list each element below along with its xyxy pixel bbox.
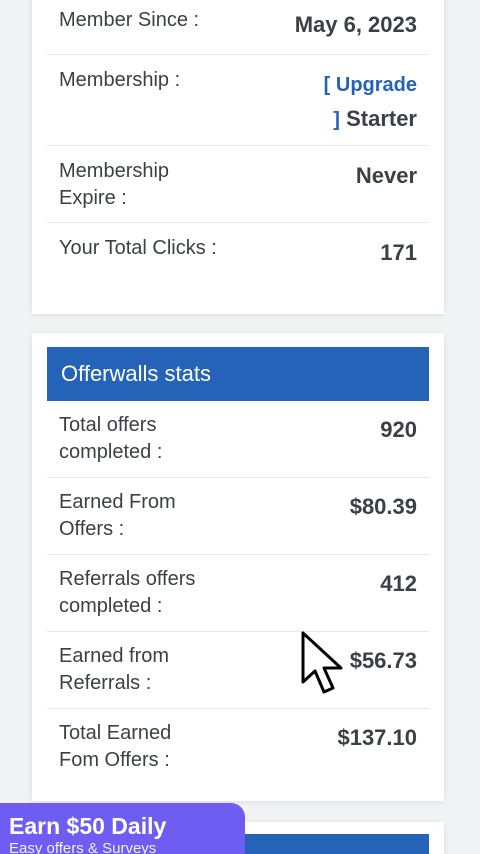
upgrade-link[interactable]: [ Upgrade (324, 74, 417, 96)
total-offers-value: 920 (380, 417, 417, 442)
upgrade-bracket-close[interactable]: ] (333, 109, 340, 131)
earned-referrals-row: Earned from Referrals : $56.73 (47, 632, 429, 709)
referral-offers-label: Referrals offers completed : (59, 568, 196, 617)
offerwalls-header: Offerwalls stats (47, 347, 429, 401)
total-earned-value: $137.10 (337, 725, 417, 750)
total-offers-row: Total offers completed : 920 (47, 401, 429, 478)
referral-offers-row: Referrals offers completed : 412 (47, 555, 429, 632)
referral-offers-value: 412 (380, 571, 417, 596)
membership-value: [ Upgrade ] Starter (324, 67, 417, 137)
total-clicks-value: 171 (380, 240, 417, 265)
earned-offers-label: Earned From Offers : (59, 491, 176, 540)
membership-label: Membership : (59, 69, 181, 91)
offerwalls-title: Offerwalls stats (61, 361, 211, 386)
membership-tier: Starter (346, 106, 417, 131)
membership-expire-row: Membership Expire : Never (47, 146, 429, 223)
total-clicks-row: Your Total Clicks : 171 (47, 223, 429, 303)
membership-expire-label: Membership Expire : (59, 160, 170, 209)
membership-expire-value: Never (355, 163, 417, 188)
earned-referrals-value: $56.73 (349, 648, 417, 673)
member-since-label: Member Since : (59, 9, 200, 31)
total-offers-label: Total offers completed : (59, 414, 163, 463)
total-clicks-label: Your Total Clicks : (59, 237, 217, 259)
earn-daily-promo-banner[interactable]: Earn $50 Daily Easy offers & Surveys (0, 803, 245, 854)
promo-subtitle: Easy offers & Surveys (9, 840, 157, 854)
page: Member Since : May 6, 2023 Membership : … (0, 0, 480, 854)
total-earned-row: Total Earned Fom Offers : $137.10 (47, 709, 429, 789)
offerwalls-stats-card: Offerwalls stats Total offers completed … (32, 333, 444, 801)
account-stats-card: Member Since : May 6, 2023 Membership : … (32, 0, 444, 314)
mouse-cursor-icon (301, 631, 343, 694)
member-since-row: Member Since : May 6, 2023 (47, 0, 429, 55)
total-earned-label: Total Earned Fom Offers : (59, 722, 172, 771)
earned-offers-row: Earned From Offers : $80.39 (47, 478, 429, 555)
promo-title: Earn $50 Daily (9, 813, 167, 839)
earned-offers-value: $80.39 (349, 494, 417, 519)
earned-referrals-label: Earned from Referrals : (59, 645, 170, 694)
member-since-value: May 6, 2023 (294, 12, 417, 37)
membership-row: Membership : [ Upgrade ] Starter (47, 55, 429, 146)
